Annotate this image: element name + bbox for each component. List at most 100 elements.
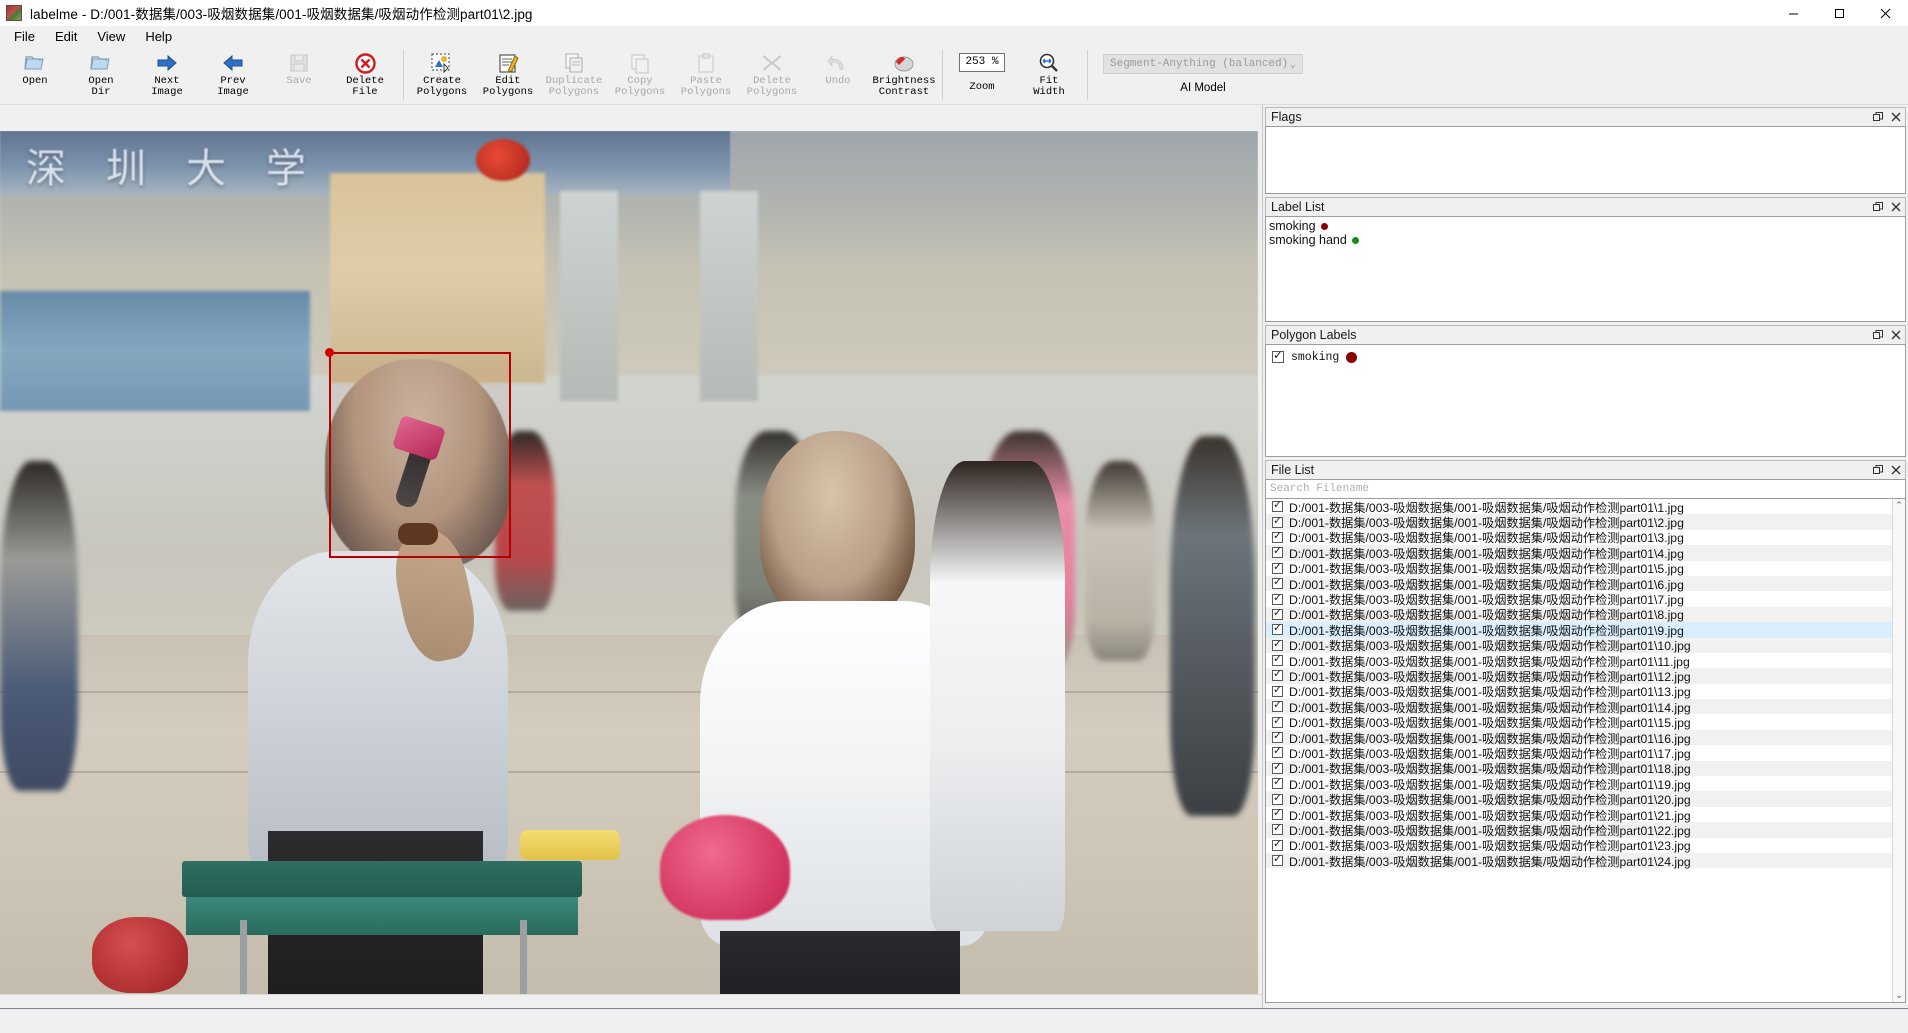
polygon-label-item[interactable]: smoking: [1270, 348, 1905, 366]
file-row-checkbox[interactable]: [1272, 575, 1283, 590]
file-row-checkbox[interactable]: [1272, 837, 1283, 851]
toolbar-brightness-contrast-button[interactable]: Brightness Contrast: [871, 48, 937, 105]
file-list-row[interactable]: D:/001-数据集/003-吸烟数据集/001-吸烟数据集/吸烟动作检测par…: [1266, 821, 1892, 838]
label-list-item[interactable]: smoking hand: [1268, 233, 1905, 247]
label-list-close-icon[interactable]: [1887, 199, 1905, 216]
flags-float-icon[interactable]: [1869, 109, 1887, 126]
file-row-checkbox[interactable]: [1272, 683, 1283, 697]
file-row-checkbox[interactable]: [1272, 606, 1283, 620]
file-list-row[interactable]: D:/001-数据集/003-吸烟数据集/001-吸烟数据集/吸烟动作检测par…: [1266, 560, 1892, 576]
file-row-checkbox[interactable]: [1272, 544, 1283, 559]
file-list-row[interactable]: D:/001-数据集/003-吸烟数据集/001-吸烟数据集/吸烟动作检测par…: [1266, 791, 1892, 807]
file-row-checkbox[interactable]: [1272, 698, 1283, 713]
file-list-body[interactable]: D:/001-数据集/003-吸烟数据集/001-吸烟数据集/吸烟动作检测par…: [1265, 498, 1906, 1003]
toolbar-fit-width-button[interactable]: Fit Width: [1016, 48, 1082, 105]
toolbar-next-image-button[interactable]: Next Image: [134, 48, 200, 105]
file-row-checkbox[interactable]: [1272, 637, 1283, 651]
label-list-float-icon[interactable]: [1869, 199, 1887, 216]
label-list[interactable]: smoking smoking hand: [1265, 216, 1906, 322]
file-list-row[interactable]: D:/001-数据集/003-吸烟数据集/001-吸烟数据集/吸烟动作检测par…: [1266, 499, 1892, 515]
flags-close-icon[interactable]: [1887, 109, 1905, 126]
main-toolbar: Open Open Dir Next Image Prev Image Save…: [0, 48, 1908, 105]
menu-view[interactable]: View: [87, 26, 135, 48]
polygon-labels-list[interactable]: smoking: [1265, 344, 1906, 457]
file-list-row[interactable]: D:/001-数据集/003-吸烟数据集/001-吸烟数据集/吸烟动作检测par…: [1266, 775, 1892, 792]
annotation-bounding-box[interactable]: [325, 348, 511, 558]
scroll-up-icon[interactable]: ⌃: [1895, 500, 1903, 511]
file-list-row[interactable]: D:/001-数据集/003-吸烟数据集/001-吸烟数据集/吸烟动作检测par…: [1266, 698, 1892, 715]
file-list-row[interactable]: D:/001-数据集/003-吸烟数据集/001-吸烟数据集/吸烟动作检测par…: [1266, 544, 1892, 561]
file-list-row[interactable]: D:/001-数据集/003-吸烟数据集/001-吸烟数据集/吸烟动作检测par…: [1266, 529, 1892, 545]
polygon-label-checkbox[interactable]: [1272, 348, 1284, 363]
file-list-row[interactable]: D:/001-数据集/003-吸烟数据集/001-吸烟数据集/吸烟动作检测par…: [1266, 667, 1892, 684]
toolbar-edit-polygons-button[interactable]: Edit Polygons: [475, 48, 541, 105]
file-list-row[interactable]: D:/001-数据集/003-吸烟数据集/001-吸烟数据集/吸烟动作检测par…: [1266, 729, 1892, 746]
file-row-checkbox[interactable]: [1272, 714, 1283, 728]
zoom-input[interactable]: 253 %: [959, 53, 1005, 72]
toolbar-save-button[interactable]: Save: [266, 48, 332, 105]
file-list-row[interactable]: D:/001-数据集/003-吸烟数据集/001-吸烟数据集/吸烟动作检测par…: [1266, 637, 1892, 653]
file-row-checkbox[interactable]: [1272, 621, 1283, 636]
menu-file[interactable]: File: [4, 26, 45, 48]
file-row-checkbox[interactable]: [1272, 806, 1283, 820]
file-list-row[interactable]: D:/001-数据集/003-吸烟数据集/001-吸烟数据集/吸烟动作检测par…: [1266, 652, 1892, 669]
toolbar-open-button[interactable]: Open: [2, 48, 68, 105]
toolbar-open-dir-button[interactable]: Open Dir: [68, 48, 134, 105]
file-rows-container: D:/001-数据集/003-吸烟数据集/001-吸烟数据集/吸烟动作检测par…: [1266, 499, 1892, 1002]
file-row-checkbox[interactable]: [1272, 529, 1283, 543]
file-row-checkbox[interactable]: [1272, 791, 1283, 805]
toolbar-duplicate-polygons-button[interactable]: Duplicate Polygons: [541, 48, 607, 105]
file-row-checkbox[interactable]: [1272, 652, 1283, 667]
toolbar-undo-button[interactable]: Undo: [805, 48, 871, 105]
file-row-checkbox[interactable]: [1272, 667, 1283, 682]
file-row-checkbox[interactable]: [1272, 499, 1283, 513]
file-row-checkbox[interactable]: [1272, 560, 1283, 574]
close-button[interactable]: [1862, 0, 1908, 26]
annotation-vertex-handle[interactable]: [325, 348, 334, 357]
toolbar-delete-file-button[interactable]: Delete File: [332, 48, 398, 105]
file-row-checkbox[interactable]: [1272, 821, 1283, 836]
file-row-checkbox[interactable]: [1272, 591, 1283, 605]
ai-model-select[interactable]: Segment-Anything (balanced) ⌄: [1103, 54, 1303, 74]
minimize-button[interactable]: [1770, 0, 1816, 26]
file-list-row[interactable]: D:/001-数据集/003-吸烟数据集/001-吸烟数据集/吸烟动作检测par…: [1266, 621, 1892, 638]
toolbar-create-polygons-button[interactable]: Create Polygons: [409, 48, 475, 105]
file-list-row[interactable]: D:/001-数据集/003-吸烟数据集/001-吸烟数据集/吸烟动作检测par…: [1266, 744, 1892, 761]
file-row-checkbox[interactable]: [1272, 744, 1283, 759]
polygon-labels-float-icon[interactable]: [1869, 327, 1887, 344]
file-list-close-icon[interactable]: [1887, 462, 1905, 479]
file-list-row[interactable]: D:/001-数据集/003-吸烟数据集/001-吸烟数据集/吸烟动作检测par…: [1266, 852, 1892, 869]
maximize-button[interactable]: [1816, 0, 1862, 26]
menu-edit[interactable]: Edit: [45, 26, 87, 48]
file-row-checkbox[interactable]: [1272, 760, 1283, 774]
file-list-row[interactable]: D:/001-数据集/003-吸烟数据集/001-吸烟数据集/吸烟动作检测par…: [1266, 514, 1892, 530]
toolbar-prev-image-button[interactable]: Prev Image: [200, 48, 266, 105]
file-list-row[interactable]: D:/001-数据集/003-吸烟数据集/001-吸烟数据集/吸烟动作检测par…: [1266, 714, 1892, 730]
file-search-box[interactable]: Search Filename: [1265, 479, 1906, 498]
toolbar-fit-width-label: Fit Width: [1033, 75, 1065, 98]
file-row-checkbox[interactable]: [1272, 729, 1283, 744]
file-list-row[interactable]: D:/001-数据集/003-吸烟数据集/001-吸烟数据集/吸烟动作检测par…: [1266, 591, 1892, 607]
label-list-item[interactable]: smoking: [1268, 219, 1905, 233]
toolbar-paste-polygons-button[interactable]: Paste Polygons: [673, 48, 739, 105]
canvas-horizontal-scrollbar[interactable]: [0, 994, 1262, 1008]
file-list-row[interactable]: D:/001-数据集/003-吸烟数据集/001-吸烟数据集/吸烟动作检测par…: [1266, 806, 1892, 823]
file-row-checkbox[interactable]: [1272, 852, 1283, 867]
polygon-labels-close-icon[interactable]: [1887, 327, 1905, 344]
file-list-row[interactable]: D:/001-数据集/003-吸烟数据集/001-吸烟数据集/吸烟动作检测par…: [1266, 683, 1892, 699]
annotated-photo[interactable]: 深圳大学: [0, 131, 1258, 1008]
menu-help[interactable]: Help: [135, 26, 182, 48]
flags-list[interactable]: [1265, 126, 1906, 194]
file-list-row[interactable]: D:/001-数据集/003-吸烟数据集/001-吸烟数据集/吸烟动作检测par…: [1266, 760, 1892, 776]
image-canvas-area[interactable]: 深圳大学: [0, 105, 1263, 1008]
file-list-float-icon[interactable]: [1869, 462, 1887, 479]
file-list-row[interactable]: D:/001-数据集/003-吸烟数据集/001-吸烟数据集/吸烟动作检测par…: [1266, 606, 1892, 622]
file-list-row[interactable]: D:/001-数据集/003-吸烟数据集/001-吸烟数据集/吸烟动作检测par…: [1266, 837, 1892, 853]
toolbar-delete-polygons-button[interactable]: Delete Polygons: [739, 48, 805, 105]
toolbar-copy-polygons-button[interactable]: Copy Polygons: [607, 48, 673, 105]
file-list-row[interactable]: D:/001-数据集/003-吸烟数据集/001-吸烟数据集/吸烟动作检测par…: [1266, 575, 1892, 592]
file-row-checkbox[interactable]: [1272, 775, 1283, 790]
file-list-scrollbar[interactable]: ⌃ ⌄: [1892, 499, 1905, 1002]
file-row-checkbox[interactable]: [1272, 514, 1283, 528]
scroll-down-icon[interactable]: ⌄: [1895, 990, 1903, 1001]
